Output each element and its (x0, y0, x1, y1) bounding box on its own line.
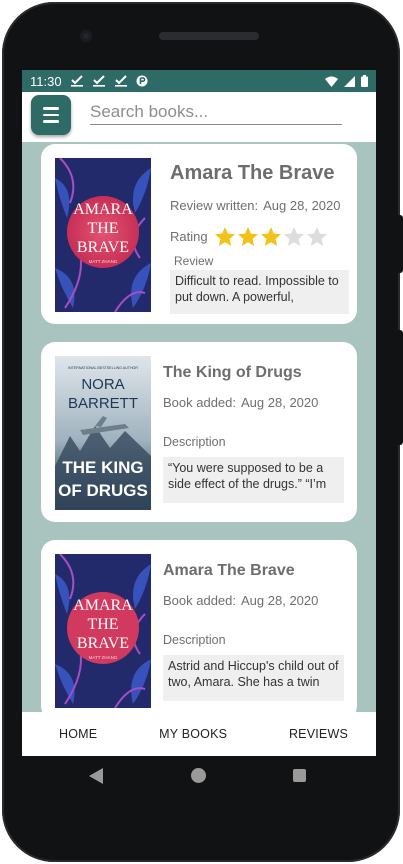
cover-author-line1: NORA (81, 376, 124, 393)
review-written-row: Review written: Aug 28, 2020 (170, 198, 341, 213)
star-filled-icon (260, 227, 281, 246)
system-navigation-bar (0, 756, 403, 796)
cover-title-line3: BRAVE (77, 635, 129, 652)
battery-icon (361, 75, 368, 87)
earpiece-speaker (159, 32, 259, 40)
rating-label: Rating (170, 229, 208, 244)
star-filled-icon (214, 227, 235, 246)
hamburger-menu-button[interactable] (31, 95, 71, 135)
cover-tagline: INTERNATIONAL BESTSELLING AUTHOR (68, 366, 138, 370)
review-card[interactable]: AMARA THE BRAVE MATT ZHANG Amara The Bra… (41, 144, 357, 324)
signal-icon (344, 75, 355, 87)
bottom-navigation: HOME MY BOOKS REVIEWS (22, 712, 376, 756)
app-screen: 11:30 Search books... AMARA THE BRAVE MA… (22, 70, 376, 756)
check-icon (70, 75, 84, 87)
book-added-label: Book added: (163, 395, 237, 410)
book-description: Astrid and Hiccup's child out of two, Am… (163, 655, 344, 701)
book-added-row: Book added: Aug 28, 2020 (163, 395, 318, 410)
recent-apps-icon[interactable] (293, 769, 306, 782)
book-cover-king-of-drugs: INTERNATIONAL BESTSELLING AUTHOR NORA BA… (55, 356, 151, 510)
cover-title-line1: THE KING (62, 458, 143, 477)
review-written-label: Review written: (170, 198, 259, 213)
star-empty-icon (283, 227, 304, 246)
cover-title-line2: OF DRUGS (58, 481, 148, 500)
status-notification-icons (70, 75, 148, 87)
review-label: Review (174, 254, 214, 268)
hamburger-menu-icon (43, 107, 59, 110)
wifi-icon (325, 76, 338, 87)
review-written-date: Aug 28, 2020 (263, 198, 341, 213)
book-title: The King of Drugs (163, 364, 302, 381)
cover-author-line2: BARRETT (68, 395, 138, 412)
check-icon (114, 75, 128, 87)
front-camera (80, 30, 92, 42)
book-added-label: Book added: (163, 593, 237, 608)
cover-title-line2: THE (87, 220, 118, 237)
star-filled-icon (237, 227, 258, 246)
cover-title-line2: THE (87, 616, 118, 633)
book-added-row: Book added: Aug 28, 2020 (163, 593, 318, 608)
cover-title-line3: BRAVE (77, 239, 129, 256)
volume-button (398, 215, 403, 273)
description-label: Description (163, 633, 226, 647)
rating-row: Rating (170, 226, 329, 247)
notification-icon (136, 75, 148, 87)
cover-author: MATT ZHANG (89, 655, 118, 660)
book-cover-amara: AMARA THE BRAVE MATT ZHANG (55, 158, 151, 312)
review-book-title: Amara The Brave (170, 162, 335, 184)
book-description: “You were supposed to be a side effect o… (163, 457, 344, 503)
book-added-date: Aug 28, 2020 (241, 395, 319, 410)
book-cover-amara: AMARA THE BRAVE MATT ZHANG (55, 554, 151, 708)
review-excerpt: Difficult to read. Impossible to put dow… (170, 270, 349, 314)
app-top-bar (22, 92, 376, 142)
book-title: Amara The Brave (163, 562, 295, 579)
book-card[interactable]: AMARA THE BRAVE MATT ZHANG Amara The Bra… (41, 540, 357, 712)
search-input[interactable] (90, 101, 342, 125)
nav-reviews[interactable]: REVIEWS (289, 727, 348, 741)
status-bar: 11:30 (22, 70, 376, 92)
book-list[interactable]: AMARA THE BRAVE MATT ZHANG Amara The Bra… (22, 142, 376, 712)
star-rating (214, 226, 329, 247)
power-button (398, 330, 403, 445)
status-system-icons (325, 75, 368, 87)
star-empty-icon (306, 227, 327, 246)
check-icon (92, 75, 106, 87)
home-icon[interactable] (191, 768, 206, 783)
back-icon[interactable] (89, 768, 103, 789)
description-label: Description (163, 435, 226, 449)
book-added-date: Aug 28, 2020 (241, 593, 319, 608)
nav-my-books[interactable]: MY BOOKS (159, 727, 227, 741)
cover-title-line1: AMARA (73, 201, 133, 218)
book-card[interactable]: INTERNATIONAL BESTSELLING AUTHOR NORA BA… (41, 342, 357, 522)
status-time: 11:30 (30, 73, 62, 89)
cover-author: MATT ZHANG (89, 259, 118, 264)
cover-title-line1: AMARA (73, 597, 133, 614)
nav-home[interactable]: HOME (59, 727, 97, 741)
